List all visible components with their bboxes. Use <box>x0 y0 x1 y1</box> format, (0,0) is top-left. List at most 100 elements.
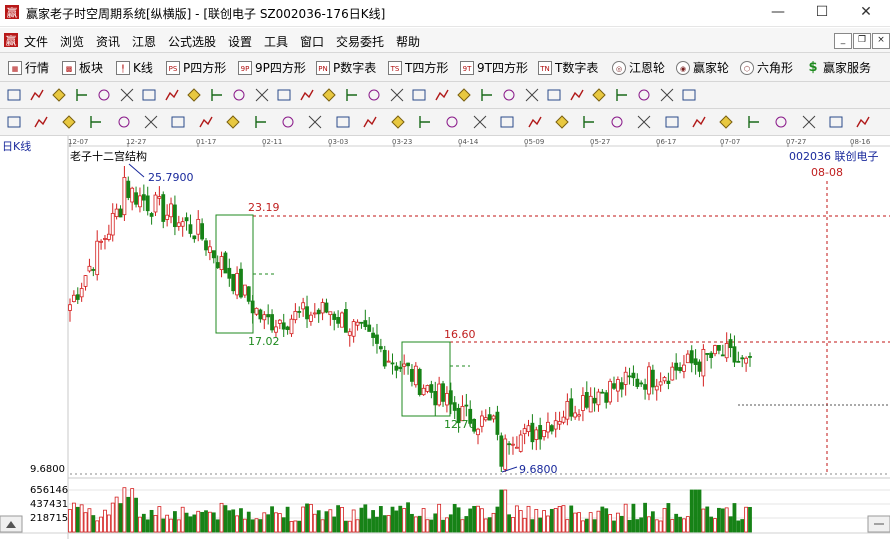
mdi-close-button[interactable]: × <box>872 33 890 49</box>
clear-button[interactable] <box>718 114 734 130</box>
window-layout-button[interactable] <box>96 87 112 103</box>
ellipse-button[interactable] <box>225 114 241 130</box>
marker-button[interactable] <box>664 114 680 130</box>
menu-file[interactable]: 文件 <box>24 33 48 50</box>
ratio-button[interactable] <box>581 114 597 130</box>
scroll-right-button[interactable] <box>867 515 890 533</box>
chart-settings-button[interactable] <box>546 87 562 103</box>
fib-button[interactable] <box>116 114 132 130</box>
gann-fan-button[interactable] <box>390 114 406 130</box>
candle-body <box>619 382 624 390</box>
dropdown-button[interactable] <box>29 87 45 103</box>
color-button[interactable] <box>186 87 202 103</box>
mdi-restore-button[interactable]: ❐ <box>853 33 871 49</box>
prev-button[interactable] <box>254 87 270 103</box>
arc-button[interactable] <box>88 114 104 130</box>
crosshair-button[interactable] <box>479 87 495 103</box>
pen-button[interactable] <box>6 114 22 130</box>
speed-lines-button[interactable] <box>472 114 488 130</box>
overlay-button[interactable] <box>164 87 180 103</box>
pitchfork-button[interactable] <box>499 114 515 130</box>
menu-browse[interactable]: 浏览 <box>60 33 84 50</box>
parallel-button[interactable] <box>362 114 378 130</box>
app-menu-logo-icon[interactable]: 赢 <box>3 32 19 48</box>
gann-grid-button[interactable] <box>417 114 433 130</box>
menu-trade[interactable]: 交易委托 <box>336 33 384 50</box>
time-zone-button[interactable] <box>527 114 543 130</box>
toolbar-t-number-table-button[interactable]: TN T数字表 <box>538 59 598 76</box>
volume-button[interactable] <box>141 87 157 103</box>
copy-button[interactable] <box>681 87 697 103</box>
toolbar-hexagon-button[interactable]: ⬡ 六角形 <box>740 59 793 76</box>
toolbar-9t-square-button[interactable]: 9T 9T四方形 <box>460 59 528 76</box>
menu-info[interactable]: 资讯 <box>96 33 120 50</box>
grid-lines-button[interactable] <box>33 114 49 130</box>
more-button[interactable] <box>855 114 871 130</box>
delete-button[interactable] <box>691 114 707 130</box>
wave-button[interactable] <box>636 114 652 130</box>
kline-chart[interactable]: 12-07 12-27 01-17 02-11 03-03 03-23 04-14 05-09… <box>0 136 890 539</box>
mdi-minimize-button[interactable]: _ <box>834 33 852 49</box>
fit-button[interactable] <box>389 87 405 103</box>
square-button[interactable] <box>444 114 460 130</box>
channel-button[interactable] <box>170 114 186 130</box>
toolbar-t-square-button[interactable]: TS T四方形 <box>388 59 448 76</box>
cycle-button[interactable] <box>143 114 159 130</box>
toolbar-winner-wheel-button[interactable]: ◉ 赢家轮 <box>676 59 729 76</box>
volume-bar <box>83 512 88 533</box>
maximize-button[interactable]: ☐ <box>802 2 842 22</box>
toolbar-p-square-button[interactable]: PS P四方形 <box>166 59 226 76</box>
text-button[interactable] <box>280 114 296 130</box>
first-page-button[interactable] <box>209 87 225 103</box>
hide-button[interactable] <box>746 114 762 130</box>
export-button[interactable] <box>659 87 675 103</box>
next-button[interactable] <box>276 87 292 103</box>
menu-window[interactable]: 窗口 <box>300 33 324 50</box>
calendar-button[interactable] <box>569 87 585 103</box>
candle-body <box>623 371 628 385</box>
angle-button[interactable] <box>253 114 269 130</box>
trendline-button[interactable] <box>501 87 517 103</box>
menu-tools[interactable]: 工具 <box>264 33 288 50</box>
toolbar-p-number-table-button[interactable]: PN P数字表 <box>316 59 376 76</box>
toolbar-sectors-button[interactable]: ▩ 板块 <box>62 59 103 76</box>
ray-button[interactable] <box>335 114 351 130</box>
toolbar-kline-button[interactable]: ╿ K线 <box>116 59 153 76</box>
menu-gann[interactable]: 江恩 <box>132 33 156 50</box>
percent-button[interactable] <box>554 114 570 130</box>
minimize-button[interactable]: — <box>758 2 798 22</box>
golden-button[interactable] <box>609 114 625 130</box>
menu-settings[interactable]: 设置 <box>228 33 252 50</box>
save-button[interactable] <box>614 87 630 103</box>
reset-button[interactable] <box>411 87 427 103</box>
zoom-out-button[interactable] <box>366 87 382 103</box>
toolbar-winner-service-button[interactable]: $ 赢家服务 <box>806 59 871 76</box>
move-up-button[interactable] <box>299 87 315 103</box>
stock-info-button[interactable] <box>74 87 90 103</box>
calc-button[interactable] <box>591 87 607 103</box>
indicator-button[interactable] <box>119 87 135 103</box>
move-down-button[interactable] <box>321 87 337 103</box>
fan-lines-button[interactable] <box>61 114 77 130</box>
menu-help[interactable]: 帮助 <box>396 33 420 50</box>
period-lines-button[interactable] <box>307 114 323 130</box>
zoom-in-button[interactable] <box>344 87 360 103</box>
graph-button[interactable] <box>524 87 540 103</box>
close-button[interactable]: ✕ <box>846 2 886 22</box>
period-button[interactable] <box>51 87 67 103</box>
grid-toggle-button[interactable] <box>801 114 817 130</box>
toolbar-quotes-button[interactable]: ▦ 行情 <box>8 59 49 76</box>
toolbar-gann-wheel-button[interactable]: ◎ 江恩轮 <box>612 59 665 76</box>
last-page-button[interactable] <box>231 87 247 103</box>
shrink-button[interactable] <box>434 87 450 103</box>
kline-chart-area[interactable]: 12-07 12-27 01-17 02-11 03-03 03-23 04-14 05-09… <box>0 136 890 539</box>
hand-tool-button[interactable] <box>456 87 472 103</box>
print-button[interactable] <box>636 87 652 103</box>
box-button[interactable] <box>198 114 214 130</box>
menu-formula-select[interactable]: 公式选股 <box>168 33 216 50</box>
chart-type-button[interactable] <box>6 87 22 103</box>
toolbar-9p-square-button[interactable]: 9P 9P四方形 <box>238 59 306 76</box>
lock-button[interactable] <box>773 114 789 130</box>
scroll-up-button[interactable] <box>0 515 23 533</box>
theme-button[interactable] <box>828 114 844 130</box>
